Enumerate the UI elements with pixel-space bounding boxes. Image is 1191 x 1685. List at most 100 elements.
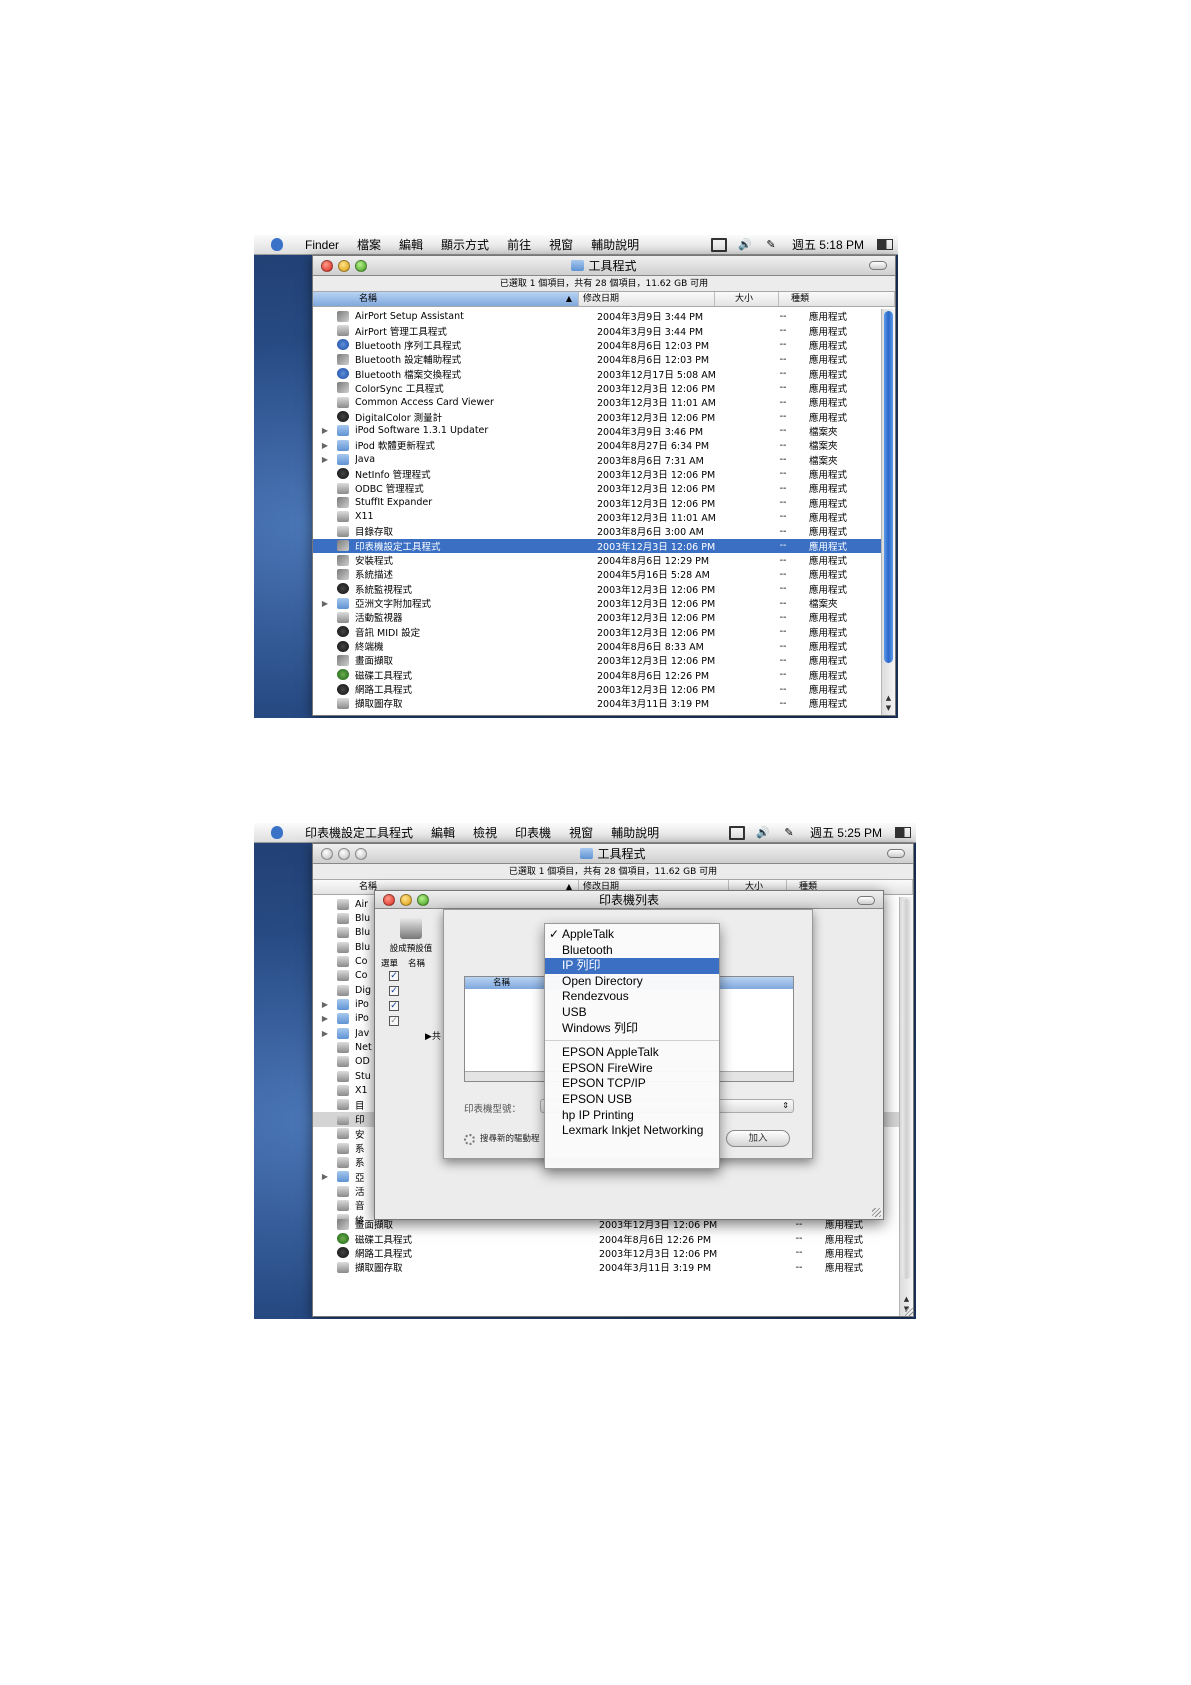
printer-checkbox[interactable]: ✓ <box>389 971 399 981</box>
table-row[interactable]: 磁碟工具程式 2004年8月6日 12:26 PM -- 應用程式 <box>313 668 881 682</box>
column-date[interactable]: 修改日期 <box>579 292 715 306</box>
resize-handle-icon[interactable] <box>872 1208 881 1217</box>
table-row[interactable]: AirPort 管理工具程式 2004年3月9日 3:44 PM -- 應用程式 <box>313 323 881 338</box>
table-row[interactable]: 系統描述 2004年5月16日 5:28 AM -- 應用程式 <box>313 567 881 581</box>
table-row[interactable]: 網路工具程式 2003年12月3日 12:06 PM -- 應用程式 <box>313 1246 899 1260</box>
disclosure-triangle-icon[interactable]: ▶ <box>313 441 337 450</box>
table-row[interactable]: 擷取圖存取 2004年3月11日 3:19 PM -- 應用程式 <box>313 696 881 710</box>
table-row[interactable]: 終端機 2004年8月6日 8:33 AM -- 應用程式 <box>313 639 881 653</box>
menu-window[interactable]: 視窗 <box>560 824 602 841</box>
table-row[interactable]: NetInfo 管理程式 2003年12月3日 12:06 PM -- 應用程式 <box>313 467 881 481</box>
table-row[interactable]: 磁碟工具程式 2004年8月6日 12:26 PM -- 應用程式 <box>313 1231 899 1246</box>
disclosure-triangle-icon[interactable]: ▶ <box>313 455 337 464</box>
resize-handle-icon[interactable] <box>905 1308 914 1317</box>
menu-edit[interactable]: 編輯 <box>390 236 432 253</box>
toolbar-toggle-button[interactable] <box>887 849 905 858</box>
column-kind[interactable]: 種類 <box>779 292 895 306</box>
make-default-button[interactable]: 設成預設值 <box>383 917 439 954</box>
scroll-arrows-icon[interactable]: ▲▼ <box>882 693 895 713</box>
menu-help[interactable]: 輔助說明 <box>602 824 668 841</box>
menu-item-connection[interactable]: Bluetooth <box>545 943 719 959</box>
menu-item-connection[interactable]: Open Directory <box>545 974 719 990</box>
menu-item-connection[interactable]: hp IP Printing <box>545 1108 719 1124</box>
menu-finder[interactable]: Finder <box>296 238 348 252</box>
apple-menu-icon[interactable] <box>268 237 286 253</box>
column-printer-name[interactable]: 名稱 <box>408 957 425 969</box>
table-row[interactable]: 目錄存取 2003年8月6日 3:00 AM -- 應用程式 <box>313 524 881 538</box>
menu-go[interactable]: 前往 <box>498 236 540 253</box>
menu-item-connection[interactable]: Lexmark Inkjet Networking <box>545 1123 719 1139</box>
disclosure-triangle-icon[interactable]: ▶ <box>313 1029 337 1038</box>
menu-clock[interactable]: 週五 5:25 PM <box>802 824 890 841</box>
menu-item-connection[interactable]: IP 列印 <box>545 958 719 974</box>
menu-item-connection[interactable]: EPSON AppleTalk <box>545 1045 719 1061</box>
column-size[interactable]: 大小 <box>715 292 779 306</box>
table-row[interactable]: X11 2003年12月3日 11:01 AM -- 應用程式 <box>313 510 881 524</box>
menu-view[interactable]: 檢視 <box>464 824 506 841</box>
table-row[interactable]: DigitalColor 測量計 2003年12月3日 12:06 PM -- 應用程… <box>313 409 881 424</box>
table-row[interactable]: 網路工具程式 2003年12月3日 12:06 PM -- 應用程式 <box>313 682 881 696</box>
disclosure-share[interactable]: ▶共 <box>425 1029 441 1042</box>
table-row[interactable]: ▶ iPod 軟體更新程式 2004年8月27日 6:34 PM -- 檔案夾 <box>313 438 881 452</box>
vertical-scrollbar[interactable]: ▲▼ <box>881 309 895 715</box>
battery-icon[interactable] <box>877 239 893 251</box>
table-row[interactable]: ODBC 管理程式 2003年12月3日 12:06 PM -- 應用程式 <box>313 481 881 495</box>
menu-view[interactable]: 顯示方式 <box>432 236 498 253</box>
menu-item-connection[interactable]: ✓ AppleTalk <box>545 927 719 943</box>
menu-window[interactable]: 視窗 <box>540 236 582 253</box>
disclosure-triangle-icon[interactable]: ▶ <box>313 426 337 435</box>
menu-edit[interactable]: 編輯 <box>422 824 464 841</box>
table-row[interactable]: 擷取圖存取 2004年3月11日 3:19 PM -- 應用程式 <box>313 1260 899 1274</box>
table-row[interactable]: ▶ 亞洲文字附加程式 2003年12月3日 12:06 PM -- 檔案夾 <box>313 596 881 610</box>
table-row[interactable]: ColorSync 工具程式 2003年12月3日 12:06 PM -- 應用程式 <box>313 381 881 395</box>
table-row[interactable]: 安裝程式 2004年8月6日 12:29 PM -- 應用程式 <box>313 553 881 567</box>
menu-item-connection[interactable]: EPSON USB <box>545 1092 719 1108</box>
menu-item-connection[interactable]: Windows 列印 <box>545 1021 719 1037</box>
display-icon[interactable] <box>711 239 727 251</box>
disclosure-triangle-icon[interactable]: ▶ <box>313 1014 337 1023</box>
menu-item-connection[interactable]: USB <box>545 1005 719 1021</box>
table-row[interactable]: ▶ iPod Software 1.3.1 Updater 2004年3月9日 3:… <box>313 424 881 438</box>
menu-item-connection[interactable]: EPSON TCP/IP <box>545 1076 719 1092</box>
window-titlebar[interactable]: 工具程式 <box>313 256 895 276</box>
menu-item-connection[interactable]: Rendezvous <box>545 989 719 1005</box>
table-row[interactable]: StuffIt Expander 2003年12月3日 12:06 PM -- 應用程… <box>313 495 881 510</box>
table-row[interactable]: 活動監視器 2003年12月3日 12:06 PM -- 應用程式 <box>313 610 881 624</box>
menu-help[interactable]: 輔助說明 <box>582 236 648 253</box>
script-icon[interactable]: ✎ <box>763 239 779 251</box>
window-titlebar[interactable]: 工具程式 <box>313 844 913 864</box>
apple-menu-icon[interactable] <box>268 825 286 841</box>
toolbar-toggle-button[interactable] <box>857 896 875 905</box>
toolbar-toggle-button[interactable] <box>869 261 887 270</box>
column-name[interactable]: 名稱 ▲ <box>313 292 579 306</box>
table-row[interactable]: Bluetooth 設定輔助程式 2004年8月6日 12:03 PM -- 應用程式 <box>313 352 881 366</box>
table-row[interactable]: AirPort Setup Assistant 2004年3月9日 3:44 PM… <box>313 309 881 323</box>
table-row[interactable]: Bluetooth 檔案交換程式 2003年12月17日 5:08 AM -- 應用程… <box>313 366 881 381</box>
table-row[interactable]: 畫面擷取 2003年12月3日 12:06 PM -- 應用程式 <box>313 653 881 667</box>
menu-clock[interactable]: 週五 5:18 PM <box>784 236 872 253</box>
disclosure-triangle-icon[interactable]: ▶ <box>313 1000 337 1009</box>
add-button[interactable]: 加入 <box>726 1130 790 1147</box>
disclosure-triangle-icon[interactable]: ▶ <box>313 1172 337 1181</box>
table-row[interactable]: 印表機設定工具程式 2003年12月3日 12:06 PM -- 應用程式 <box>313 538 881 553</box>
printer-list-titlebar[interactable]: 印表機列表 <box>375 891 883 909</box>
menu-item-connection[interactable]: EPSON FireWire <box>545 1061 719 1077</box>
printer-checkbox[interactable]: ✓ <box>389 1001 399 1011</box>
volume-icon[interactable]: 🔊 <box>737 239 753 251</box>
vertical-scrollbar[interactable]: ▲▼ <box>899 897 913 1316</box>
column-in-menu[interactable]: 選單 <box>381 957 398 969</box>
battery-icon[interactable] <box>895 827 911 839</box>
table-row[interactable]: 音訊 MIDI 設定 2003年12月3日 12:06 PM -- 應用程式 <box>313 625 881 639</box>
printer-checkbox[interactable]: ✓ <box>389 986 399 996</box>
display-icon[interactable] <box>729 827 745 839</box>
table-row[interactable]: ▶ Java 2003年8月6日 7:31 AM -- 檔案夾 <box>313 452 881 467</box>
script-icon[interactable]: ✎ <box>781 827 797 839</box>
volume-icon[interactable]: 🔊 <box>755 827 771 839</box>
scrollbar-thumb[interactable] <box>902 899 911 1279</box>
menu-file[interactable]: 檔案 <box>348 236 390 253</box>
table-row[interactable]: 系統監視程式 2003年12月3日 12:06 PM -- 應用程式 <box>313 582 881 596</box>
menu-printers[interactable]: 印表機 <box>506 824 560 841</box>
table-row[interactable]: Bluetooth 序列工具程式 2004年8月6日 12:03 PM -- 應用程式 <box>313 338 881 352</box>
menu-printer-setup-utility[interactable]: 印表機設定工具程式 <box>296 824 422 841</box>
printer-checkbox[interactable]: ✓ <box>389 1016 399 1026</box>
